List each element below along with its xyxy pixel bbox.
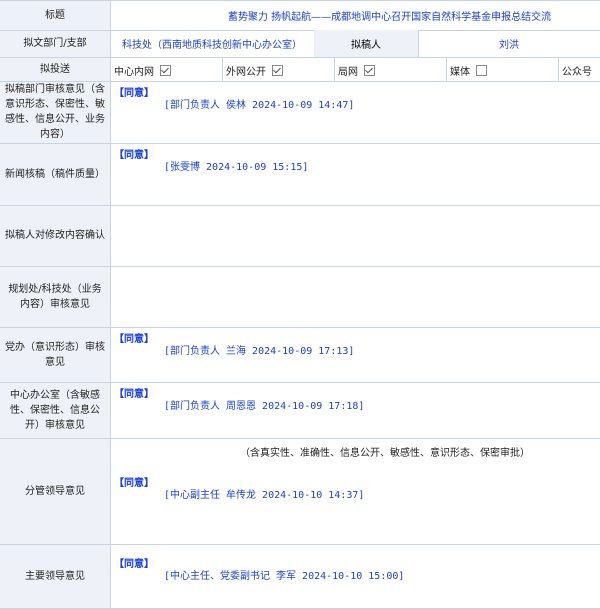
review-signature: [张雯博 2024-10-09 15:15]	[164, 162, 309, 173]
review-label-deputy-leader: 分管领导意见	[25, 485, 85, 497]
media-intranet[interactable]: 中心内网	[114, 60, 171, 80]
review-label-news: 新闻核稿（稿件质量）	[5, 168, 105, 180]
review-label-party-office: 党办（意识形态）审核意见	[5, 341, 105, 368]
review-agree: 【同意】	[114, 389, 154, 400]
review-agree: 【同意】	[114, 559, 154, 570]
review-signature: [部门负责人 兰海 2024-10-09 17:13]	[164, 346, 355, 357]
review-agree: 【同意】	[114, 88, 154, 99]
media-public-web[interactable]: 外网公开	[226, 60, 283, 80]
review-label-planning: 规划处/科技处（业务内容）审核意见	[8, 283, 102, 310]
review-signature: [部门负责人 周恩恩 2024-10-09 17:18]	[164, 401, 365, 412]
review-label-center-office: 中心办公室（含敏感性、保密性、信息公开）审核意见	[10, 389, 100, 431]
media-label: 拟投送	[40, 63, 70, 75]
checkbox-icon[interactable]	[160, 64, 171, 76]
drafter-value: 刘洪	[499, 40, 519, 51]
dept-value: 科技处（西南地质科技创新中心办公室）	[122, 40, 302, 51]
approval-form: 标题 蓄势聚力 扬帆起航——成都地调中心召开国家自然科学基金申报总结交流 拟文部…	[0, 0, 600, 609]
checkbox-icon[interactable]	[476, 64, 487, 76]
review-signature: [中心主任、党委副书记 李军 2024-10-10 15:00]	[164, 571, 405, 582]
review-agree: 【同意】	[114, 334, 154, 345]
review-signature: [部门负责人 侯林 2024-10-09 14:47]	[164, 100, 355, 111]
review-label-dept: 拟稿部门审核意见（含意识形态、保密性、敏感性、信息公开、业务内容）	[5, 84, 105, 140]
title-value: 蓄势聚力 扬帆起航——成都地调中心召开国家自然科学基金申报总结交流	[228, 11, 552, 23]
review-agree: 【同意】	[114, 478, 154, 489]
media-press[interactable]: 媒体	[450, 60, 487, 80]
title-label: 标题	[45, 9, 65, 21]
dept-label: 拟文部门/支部	[23, 38, 87, 49]
review-agree: 【同意】	[114, 150, 154, 161]
review-label-chief-leader: 主要领导意见	[25, 570, 85, 582]
review-label-drafter-confirm: 拟稿人对修改内容确认	[5, 230, 105, 241]
drafter-label: 拟稿人	[351, 40, 381, 51]
media-bureau-web[interactable]: 局网	[338, 60, 375, 80]
review-signature: [中心副主任 牟传龙 2024-10-10 14:37]	[164, 490, 365, 501]
checkbox-icon[interactable]	[272, 64, 283, 76]
checkbox-icon[interactable]	[364, 64, 375, 76]
media-official-account[interactable]: 公众号	[562, 60, 592, 80]
review-note: （含真实性、准确性、信息公开、敏感性、意识形态、保密审批）	[240, 448, 530, 459]
